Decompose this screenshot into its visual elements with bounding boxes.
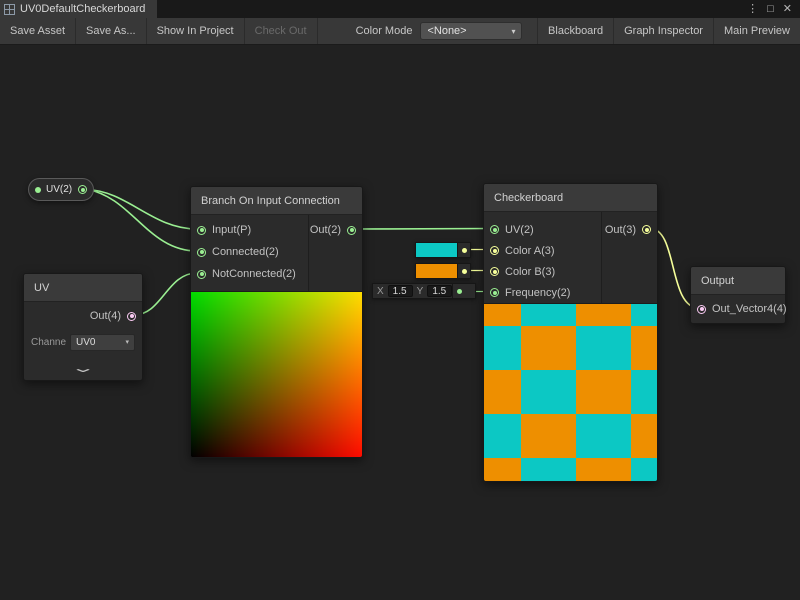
graph-inspector-button[interactable]: Graph Inspector — [613, 18, 713, 44]
color-b-swatch[interactable] — [416, 264, 457, 278]
checkerboard-color-b-label: Color B(3) — [505, 266, 555, 278]
save-asset-button[interactable]: Save Asset — [0, 18, 76, 44]
chevron-down-icon: ▾ — [511, 27, 515, 36]
frequency-y-label: Y — [413, 286, 428, 297]
uv-node-header[interactable]: UV — [24, 274, 142, 302]
checkerboard-node-header[interactable]: Checkerboard — [484, 184, 657, 212]
checkerboard-color-b-port[interactable] — [490, 267, 499, 276]
pill-node-dot — [35, 187, 41, 193]
branch-output-row: Out(2) — [304, 219, 362, 241]
save-as-button[interactable]: Save As... — [76, 18, 147, 44]
branch-node-title: Branch On Input Connection — [201, 195, 340, 207]
edge-branch-to-checkerboard[interactable] — [355, 229, 491, 230]
uv-node-title: UV — [34, 282, 49, 294]
uv-pill-output-port[interactable] — [78, 185, 87, 194]
check-out-button: Check Out — [245, 18, 318, 44]
color-a-swatch[interactable] — [416, 243, 457, 257]
branch-input-label: Connected(2) — [212, 246, 279, 258]
checkerboard-frequency-port[interactable] — [490, 288, 499, 297]
graph-tab[interactable]: UV0DefaultCheckerboard — [0, 0, 157, 18]
checkerboard-color-a-label: Color A(3) — [505, 245, 555, 257]
branch-node-preview — [191, 291, 362, 457]
branch-node-header[interactable]: Branch On Input Connection — [191, 187, 362, 215]
checkerboard-uv-port[interactable] — [490, 225, 499, 234]
shader-graph-icon — [4, 4, 15, 15]
uv-channel-value: UV0 — [76, 337, 95, 348]
close-icon[interactable]: ✕ — [783, 4, 792, 15]
checkerboard-node[interactable]: Checkerboard UV(2) Color A(3) Color B(3) — [483, 183, 658, 482]
frequency-x-field[interactable]: 1.5 — [388, 285, 413, 297]
checkerboard-frequency-label: Frequency(2) — [505, 287, 570, 299]
branch-input-port-connected[interactable] — [197, 248, 206, 257]
uv-pill-label: UV(2) — [46, 184, 72, 195]
color-mode-label: Color Mode — [348, 18, 421, 44]
uv-output-label: Out(4) — [90, 310, 121, 322]
output-input-row: Out_Vector4(4) — [691, 295, 785, 323]
edge-uv-to-notconnected[interactable] — [134, 273, 197, 315]
graph-canvas[interactable]: UV(2) Branch On Input Connection Input(P… — [0, 45, 800, 600]
branch-input-port-input[interactable] — [197, 226, 206, 235]
color-b-swatch-widget[interactable] — [415, 263, 471, 279]
toolbar: Save Asset Save As... Show In Project Ch… — [0, 18, 800, 45]
output-vector4-port[interactable] — [697, 305, 706, 314]
shader-graph-window: UV0DefaultCheckerboard ⋮ □ ✕ Save Asset … — [0, 0, 800, 600]
frequency-widget: X 1.5 Y 1.5 — [372, 283, 476, 299]
uv-channel-row: Channe UV0 ▾ — [24, 328, 142, 356]
frequency-y-field[interactable]: 1.5 — [427, 285, 452, 297]
branch-node-body: Input(P) Connected(2) NotConnected(2) Ou… — [191, 215, 362, 291]
uv-channel-dropdown[interactable]: UV0 ▾ — [70, 334, 135, 351]
frequency-connector — [452, 284, 465, 298]
checkerboard-node-body: UV(2) Color A(3) Color B(3) Frequency(2)… — [484, 212, 657, 303]
frequency-connector-dot — [457, 289, 462, 294]
uv-output-row: Out(4) — [24, 302, 142, 328]
frequency-x-label: X — [373, 286, 388, 297]
titlebar: UV0DefaultCheckerboard ⋮ □ ✕ — [0, 0, 800, 18]
checkerboard-color-a-port[interactable] — [490, 246, 499, 255]
uv-channel-label: Channe — [31, 337, 66, 348]
color-a-connector-dot — [462, 248, 467, 253]
blackboard-button[interactable]: Blackboard — [537, 18, 613, 44]
color-mode-value: <None> — [427, 25, 466, 37]
checkerboard-uv-label: UV(2) — [505, 224, 534, 236]
uv-collapse-toggle[interactable]: ⌄ — [24, 356, 142, 380]
color-b-connector-dot — [462, 269, 467, 274]
chevron-down-icon: ▾ — [125, 338, 129, 346]
uv-output-port[interactable] — [127, 312, 136, 321]
checkerboard-output-row: Out(3) — [599, 219, 657, 240]
branch-node[interactable]: Branch On Input Connection Input(P) Conn… — [190, 186, 363, 458]
checkerboard-node-title: Checkerboard — [494, 192, 563, 204]
checkerboard-node-preview — [484, 303, 657, 481]
checkerboard-output-label: Out(3) — [605, 224, 636, 236]
uv-node[interactable]: UV Out(4) Channe UV0 ▾ ⌄ — [23, 273, 143, 381]
chevron-down-icon: ⌄ — [70, 361, 96, 375]
kebab-menu-icon[interactable]: ⋮ — [747, 4, 758, 15]
maximize-icon[interactable]: □ — [767, 4, 774, 15]
tab-title: UV0DefaultCheckerboard — [20, 3, 145, 15]
edge-uvpill-to-connected[interactable] — [87, 190, 197, 252]
branch-output-port[interactable] — [347, 226, 356, 235]
output-vector4-label: Out_Vector4(4) — [712, 303, 787, 315]
color-a-connector — [457, 243, 470, 257]
branch-output-label: Out(2) — [310, 224, 341, 236]
uv-pill-node[interactable]: UV(2) — [28, 178, 94, 201]
output-node-title: Output — [701, 275, 734, 287]
color-mode-dropdown[interactable]: <None> ▾ — [420, 22, 522, 40]
window-controls: ⋮ □ ✕ — [747, 0, 800, 18]
checkerboard-output-port[interactable] — [642, 225, 651, 234]
branch-input-label: Input(P) — [212, 224, 251, 236]
output-node[interactable]: Output Out_Vector4(4) — [690, 266, 786, 324]
show-in-project-button[interactable]: Show In Project — [147, 18, 245, 44]
branch-input-port-notconnected[interactable] — [197, 270, 206, 279]
toolbar-right-group: Blackboard Graph Inspector Main Preview — [537, 18, 800, 44]
color-b-connector — [457, 264, 470, 278]
color-a-swatch-widget[interactable] — [415, 242, 471, 258]
output-node-body: Out_Vector4(4) — [691, 295, 785, 323]
main-preview-button[interactable]: Main Preview — [713, 18, 800, 44]
branch-input-label: NotConnected(2) — [212, 268, 296, 280]
output-node-header[interactable]: Output — [691, 267, 785, 295]
